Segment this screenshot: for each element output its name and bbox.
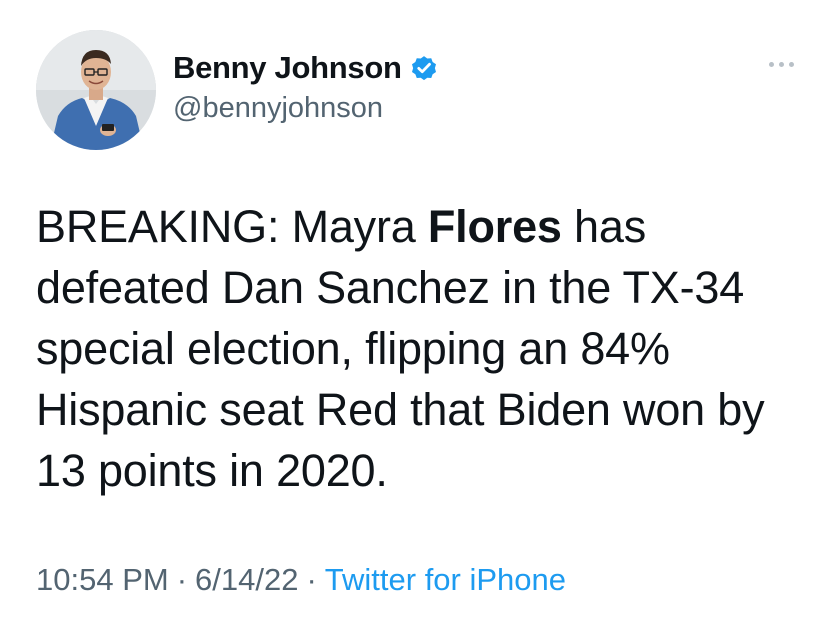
tweet-time[interactable]: 10:54 PM (36, 562, 169, 597)
tweet-text-bold: Flores (427, 201, 562, 252)
tweet-text: BREAKING: Mayra Flores has defeated Dan … (36, 196, 816, 501)
verified-badge-icon (411, 56, 436, 81)
tweet-date[interactable]: 6/14/22 (195, 562, 298, 597)
more-horizontal-icon[interactable] (758, 54, 804, 74)
author-name-row: Benny Johnson (173, 48, 439, 88)
more-dot (778, 61, 784, 67)
tweet-meta: 10:54 PM · 6/14/22 · Twitter for iPhone (36, 562, 566, 598)
author-handle[interactable]: @bennyjohnson (173, 92, 383, 125)
display-name[interactable]: Benny Johnson (173, 50, 402, 86)
meta-separator: · (306, 562, 317, 597)
meta-separator: · (176, 562, 188, 597)
more-dot (768, 61, 774, 67)
tweet-text-start: BREAKING: Mayra (36, 201, 428, 252)
more-dot (788, 61, 794, 67)
avatar[interactable] (36, 30, 156, 150)
tweet-source-link[interactable]: Twitter for iPhone (325, 562, 566, 597)
tweet-card: Benny Johnson @bennyjohnson BREAKING: Ma… (0, 0, 840, 621)
